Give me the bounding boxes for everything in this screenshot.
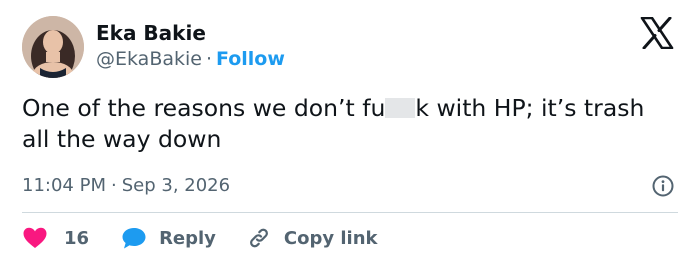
tweet-timestamp[interactable]: 11:04 PM · Sep 3, 2026: [22, 175, 230, 197]
author-handle-row: @EkaBakie · Follow: [96, 47, 285, 71]
heart-icon: [22, 226, 48, 250]
tweet-embed-card: Eka Bakie @EkaBakie · Follow One of the re…: [0, 0, 700, 265]
separator-dot: ·: [110, 175, 117, 196]
tweet-text: One of the reasons we don’t fu k with HP;…: [22, 93, 662, 155]
like-count: 16: [64, 227, 90, 249]
reply-button[interactable]: Reply: [121, 226, 246, 250]
censor-block: [385, 98, 416, 118]
tweet-time: 11:04 PM: [22, 175, 106, 196]
author-name[interactable]: Eka Bakie: [96, 21, 206, 45]
copy-link-label: Copy link: [283, 227, 378, 249]
link-icon: [246, 226, 272, 250]
tweet-date: Sep 3, 2026: [121, 175, 231, 196]
author-handle[interactable]: @EkaBakie: [96, 48, 202, 70]
divider: [22, 212, 678, 213]
action-bar: 16 Reply Copy link: [22, 224, 378, 252]
tweet-text-part-1: One of the reasons we don’t fu: [22, 94, 386, 122]
like-button[interactable]: 16: [22, 226, 121, 250]
speech-bubble-icon: [121, 226, 147, 250]
follow-button[interactable]: Follow: [216, 48, 285, 70]
copy-link-button[interactable]: Copy link: [246, 226, 378, 250]
reply-label: Reply: [159, 227, 216, 249]
separator-dot: ·: [205, 48, 213, 70]
info-icon[interactable]: [651, 174, 675, 198]
x-logo-icon[interactable]: [640, 16, 674, 50]
avatar[interactable]: [22, 16, 84, 78]
